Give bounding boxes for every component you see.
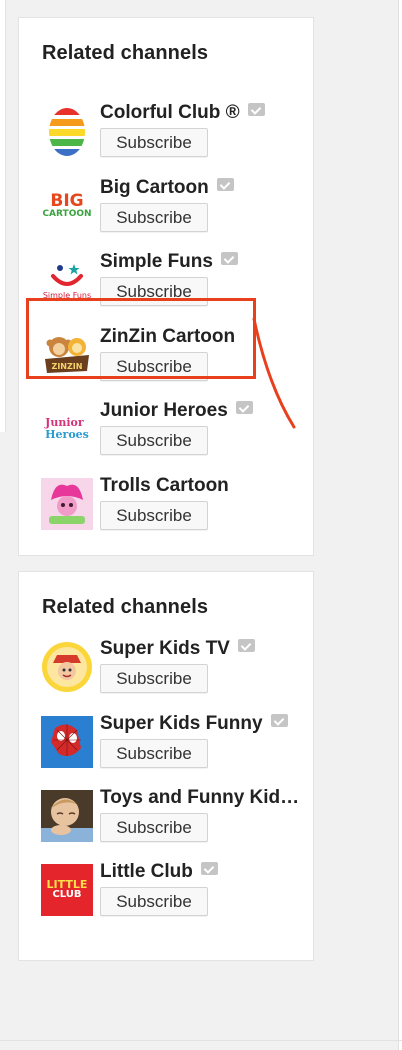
channel-name-text[interactable]: Colorful Club ® — [100, 102, 240, 123]
verified-badge-icon — [200, 862, 218, 875]
channel-item-colorful-club: Colorful Club ® Subscribe — [41, 102, 311, 167]
scrollbar-track[interactable] — [398, 0, 402, 1050]
channel-item-trolls-cartoon: Trolls Cartoon Subscribe — [41, 475, 311, 540]
channel-name[interactable]: Colorful Club ® — [100, 102, 265, 124]
logo-text-club: CLUB — [52, 889, 82, 901]
troll-logo[interactable] — [41, 478, 93, 530]
channel-name[interactable]: Trolls Cartoon — [100, 475, 229, 497]
verified-badge-icon — [270, 714, 288, 727]
channel-item-little-club: LITTLE CLUB Little Club Subscribe — [41, 861, 311, 926]
channel-name[interactable]: ZinZin Cartoon — [100, 326, 235, 348]
channel-item-zinzin-cartoon: ZINZIN ZinZin Cartoon Subscribe — [41, 326, 311, 391]
subscribe-button[interactable]: Subscribe — [100, 352, 208, 381]
channel-item-big-cartoon: BIG CARTOON Big Cartoon Subscribe — [41, 177, 311, 242]
channel-name[interactable]: Junior Heroes — [100, 400, 253, 422]
verified-badge-icon — [220, 252, 238, 265]
logo-text-cartoon: CARTOON — [42, 209, 92, 219]
channel-name-text[interactable]: Junior Heroes — [100, 400, 228, 421]
logo-text-heroes: Heroes — [45, 428, 89, 441]
panel-title: Related channels — [42, 596, 209, 618]
logo-text-big: BIG — [50, 191, 84, 211]
channel-name[interactable]: Big Cartoon — [100, 177, 234, 199]
channel-item-simple-funs: Simple Funs Simple Funs Subscribe — [41, 251, 311, 316]
logo-text-simple-funs: Simple Funs — [43, 291, 91, 300]
spiderman-icon[interactable] — [41, 716, 93, 768]
logo-text-zinzin: ZINZIN — [52, 362, 83, 371]
smiley-logo[interactable]: Simple Funs — [41, 254, 93, 306]
subscribe-button[interactable]: Subscribe — [100, 128, 208, 157]
verified-badge-icon — [247, 103, 265, 116]
little-club-logo[interactable]: LITTLE CLUB — [41, 864, 93, 916]
subscribe-button[interactable]: Subscribe — [100, 501, 208, 530]
related-channels-panel-2: Related channels Super Kids TV Subscribe — [18, 571, 314, 961]
channel-item-super-kids-tv: Super Kids TV Subscribe — [41, 638, 311, 703]
subscribe-button[interactable]: Subscribe — [100, 277, 208, 306]
subscribe-button[interactable]: Subscribe — [100, 887, 208, 916]
channel-name[interactable]: Simple Funs — [100, 251, 238, 273]
channel-name-text[interactable]: Super Kids Funny — [100, 713, 263, 734]
channel-name-text[interactable]: Toys and Funny Kid… — [100, 787, 299, 808]
channel-item-junior-heroes: Junior Heroes Junior Heroes Subscribe — [41, 400, 311, 465]
related-channels-panel-1: Related channels Colorful Club ® Subscri… — [18, 17, 314, 556]
verified-badge-icon — [237, 639, 255, 652]
verified-badge-icon — [216, 178, 234, 191]
channel-name-text[interactable]: Trolls Cartoon — [100, 475, 229, 496]
channel-name-text[interactable]: Little Club — [100, 861, 193, 882]
subscribe-button[interactable]: Subscribe — [100, 664, 208, 693]
left-content-edge — [0, 0, 6, 432]
channel-name[interactable]: Super Kids TV — [100, 638, 255, 660]
subscribe-button[interactable]: Subscribe — [100, 426, 208, 455]
channel-name-text[interactable]: Super Kids TV — [100, 638, 230, 659]
channel-item-super-kids-funny: Super Kids Funny Subscribe — [41, 713, 311, 778]
big-cartoon-logo[interactable]: BIG CARTOON — [41, 180, 93, 232]
monkey-logo[interactable]: ZINZIN — [41, 329, 93, 381]
footer-divider — [0, 1040, 402, 1041]
subscribe-button[interactable]: Subscribe — [100, 203, 208, 232]
channel-name[interactable]: Toys and Funny Kid… — [100, 787, 299, 809]
channel-name-text[interactable]: Big Cartoon — [100, 177, 209, 198]
subscribe-button[interactable]: Subscribe — [100, 739, 208, 768]
channel-name-text[interactable]: Simple Funs — [100, 251, 213, 272]
channel-name-text[interactable]: ZinZin Cartoon — [100, 326, 235, 347]
rainbow-egg-icon[interactable] — [41, 105, 93, 157]
child-photo-icon[interactable] — [41, 790, 93, 842]
super-kids-logo[interactable] — [41, 641, 93, 693]
channel-name[interactable]: Super Kids Funny — [100, 713, 288, 735]
subscribe-button[interactable]: Subscribe — [100, 813, 208, 842]
panel-title: Related channels — [42, 42, 209, 64]
channel-name[interactable]: Little Club — [100, 861, 218, 883]
verified-badge-icon — [235, 401, 253, 414]
channel-item-toys-and-funny-kids: Toys and Funny Kid… Subscribe — [41, 787, 311, 852]
junior-heroes-logo[interactable]: Junior Heroes — [41, 403, 93, 455]
